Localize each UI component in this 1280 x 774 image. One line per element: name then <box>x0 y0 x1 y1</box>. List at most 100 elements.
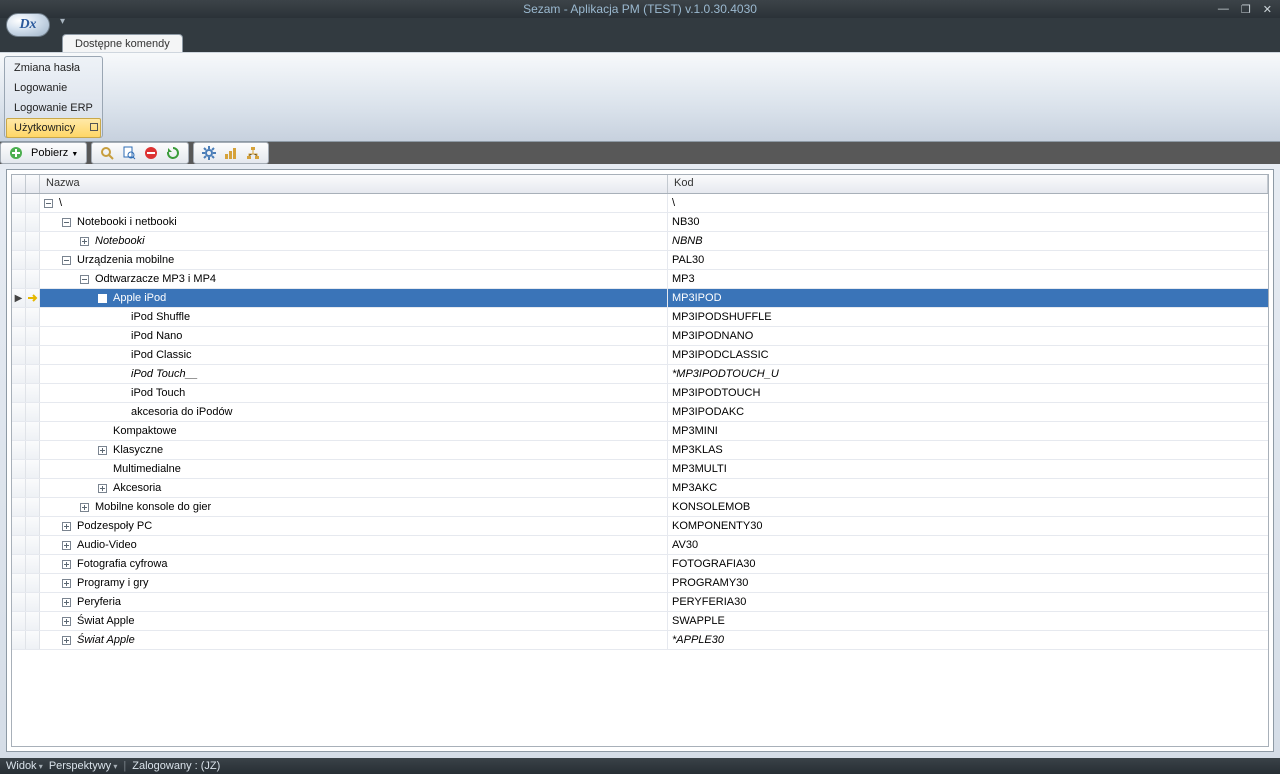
tree-row[interactable]: iPod Shuffle MP3IPODSHUFFLE <box>12 308 1268 327</box>
doc-search-icon[interactable] <box>120 144 138 162</box>
node-label: Notebooki <box>93 235 147 247</box>
col-header-name[interactable]: Nazwa <box>40 175 668 193</box>
magnify-icon[interactable] <box>98 144 116 162</box>
node-label: Odtwarzacze MP3 i MP4 <box>93 273 218 285</box>
chart-icon[interactable] <box>222 144 240 162</box>
node-code: *MP3IPODTOUCH_U <box>668 368 1268 380</box>
row-pointer-icon: ▶ <box>15 293 23 304</box>
collapse-icon[interactable] <box>98 294 107 303</box>
node-code: MP3IPODSHUFFLE <box>668 311 1268 323</box>
node-code: NBNB <box>668 235 1268 247</box>
ribbon-tab[interactable]: Dostępne komendy <box>62 34 183 52</box>
tree-row[interactable]: akcesoria do iPodów MP3IPODAKC <box>12 403 1268 422</box>
tree-row[interactable]: Akcesoria MP3AKC <box>12 479 1268 498</box>
collapse-icon[interactable] <box>44 199 53 208</box>
expand-icon[interactable] <box>62 541 71 550</box>
node-code: MP3AKC <box>668 482 1268 494</box>
tree-row[interactable]: KompaktoweMP3MINI <box>12 422 1268 441</box>
refresh-icon[interactable] <box>164 144 182 162</box>
app-menu-orb[interactable]: Dx <box>6 13 50 37</box>
row-arrow-icon <box>27 293 39 303</box>
node-code: PROGRAMY30 <box>668 577 1268 589</box>
fetch-button[interactable]: Pobierz ▼ <box>31 147 78 159</box>
node-code: FOTOGRAFIA30 <box>668 558 1268 570</box>
tree-row[interactable]: iPod NanoMP3IPODNANO <box>12 327 1268 346</box>
popup-indicator-icon <box>90 123 98 131</box>
tree-row[interactable]: Programy i gry PROGRAMY30 <box>12 574 1268 593</box>
node-code: MP3IPODTOUCH <box>668 387 1268 399</box>
node-label: \ <box>57 197 64 209</box>
expand-icon[interactable] <box>98 484 107 493</box>
node-label: iPod Shuffle <box>129 311 192 323</box>
status-view-menu[interactable]: Widok <box>6 760 43 772</box>
close-button[interactable]: ✕ <box>1263 3 1272 16</box>
expand-icon[interactable] <box>62 560 71 569</box>
tree-row[interactable]: \\ <box>12 194 1268 213</box>
expand-icon[interactable] <box>98 446 107 455</box>
node-label: Urządzenia mobilne <box>75 254 176 266</box>
tree-row[interactable]: Notebooki NBNB <box>12 232 1268 251</box>
tree-row[interactable]: ▶Apple iPodMP3IPOD <box>12 289 1268 308</box>
node-label: Mobilne konsole do gier <box>93 501 213 513</box>
node-code: KOMPONENTY30 <box>668 520 1268 532</box>
tree-row[interactable]: Mobilne konsole do gier KONSOLEMOB <box>12 498 1268 517</box>
category-tree-grid: Nazwa Kod \\Notebooki i netbookiNB30Note… <box>11 174 1269 747</box>
expand-icon[interactable] <box>80 503 89 512</box>
tree-row[interactable]: Audio-VideoAV30 <box>12 536 1268 555</box>
delete-icon[interactable] <box>142 144 160 162</box>
node-label: iPod Touch <box>129 387 187 399</box>
minimize-button[interactable]: — <box>1218 3 1229 16</box>
tree-row[interactable]: Świat Apple*APPLE30 <box>12 631 1268 650</box>
ribbon-group-commands: Zmiana hasła Logowanie Logowanie ERP Uży… <box>4 56 103 138</box>
node-code: MP3IPODCLASSIC <box>668 349 1268 361</box>
expand-icon[interactable] <box>62 617 71 626</box>
expand-icon[interactable] <box>62 636 71 645</box>
tree-row[interactable]: MultimedialneMP3MULTI <box>12 460 1268 479</box>
tree-row[interactable]: PeryferiaPERYFERIA30 <box>12 593 1268 612</box>
tree-row[interactable]: Klasyczne MP3KLAS <box>12 441 1268 460</box>
node-label: Fotografia cyfrowa <box>75 558 169 570</box>
ribbon-btn-login-erp[interactable]: Logowanie ERP <box>6 98 101 118</box>
node-code: MP3IPODAKC <box>668 406 1268 418</box>
ribbon-btn-change-password[interactable]: Zmiana hasła <box>6 58 101 78</box>
add-icon[interactable] <box>7 144 25 162</box>
tree-row[interactable]: iPod Classic MP3IPODCLASSIC <box>12 346 1268 365</box>
tree-icon[interactable] <box>244 144 262 162</box>
ribbon-btn-users[interactable]: Użytkownicy <box>6 118 101 138</box>
tree-row[interactable]: iPod Touch__*MP3IPODTOUCH_U <box>12 365 1268 384</box>
tree-row[interactable]: iPod Touch MP3IPODTOUCH <box>12 384 1268 403</box>
expand-icon[interactable] <box>62 522 71 531</box>
node-label: akcesoria do iPodów <box>129 406 235 418</box>
collapse-icon[interactable] <box>80 275 89 284</box>
node-label: Klasyczne <box>111 444 165 456</box>
qat-customize[interactable]: ▾ <box>60 16 65 27</box>
status-perspectives-menu[interactable]: Perspektywy <box>49 760 118 772</box>
node-label: Świat Apple <box>75 615 136 627</box>
expand-icon[interactable] <box>80 237 89 246</box>
expand-icon[interactable] <box>62 579 71 588</box>
node-label: Programy i gry <box>75 577 151 589</box>
ribbon-btn-login[interactable]: Logowanie <box>6 78 101 98</box>
node-code: KONSOLEMOB <box>668 501 1268 513</box>
node-code: MP3KLAS <box>668 444 1268 456</box>
node-code: NB30 <box>668 216 1268 228</box>
node-label: Peryferia <box>75 596 123 608</box>
tree-row[interactable]: Urządzenia mobilnePAL30 <box>12 251 1268 270</box>
tree-row[interactable]: Świat AppleSWAPPLE <box>12 612 1268 631</box>
gear-icon[interactable] <box>200 144 218 162</box>
col-header-code[interactable]: Kod <box>668 175 1268 193</box>
collapse-icon[interactable] <box>62 218 71 227</box>
node-code: MP3MULTI <box>668 463 1268 475</box>
node-label: iPod Classic <box>129 349 194 361</box>
node-label: Akcesoria <box>111 482 163 494</box>
tree-row[interactable]: Odtwarzacze MP3 i MP4MP3 <box>12 270 1268 289</box>
tree-row[interactable]: Notebooki i netbooki NB30 <box>12 213 1268 232</box>
tree-row[interactable]: Podzespoły PCKOMPONENTY30 <box>12 517 1268 536</box>
node-code: MP3IPOD <box>668 292 1268 304</box>
expand-icon[interactable] <box>62 598 71 607</box>
node-label: Notebooki i netbooki <box>75 216 179 228</box>
maximize-button[interactable]: ❐ <box>1241 3 1251 16</box>
collapse-icon[interactable] <box>62 256 71 265</box>
tree-row[interactable]: Fotografia cyfrowa FOTOGRAFIA30 <box>12 555 1268 574</box>
grid-corner <box>12 175 26 193</box>
